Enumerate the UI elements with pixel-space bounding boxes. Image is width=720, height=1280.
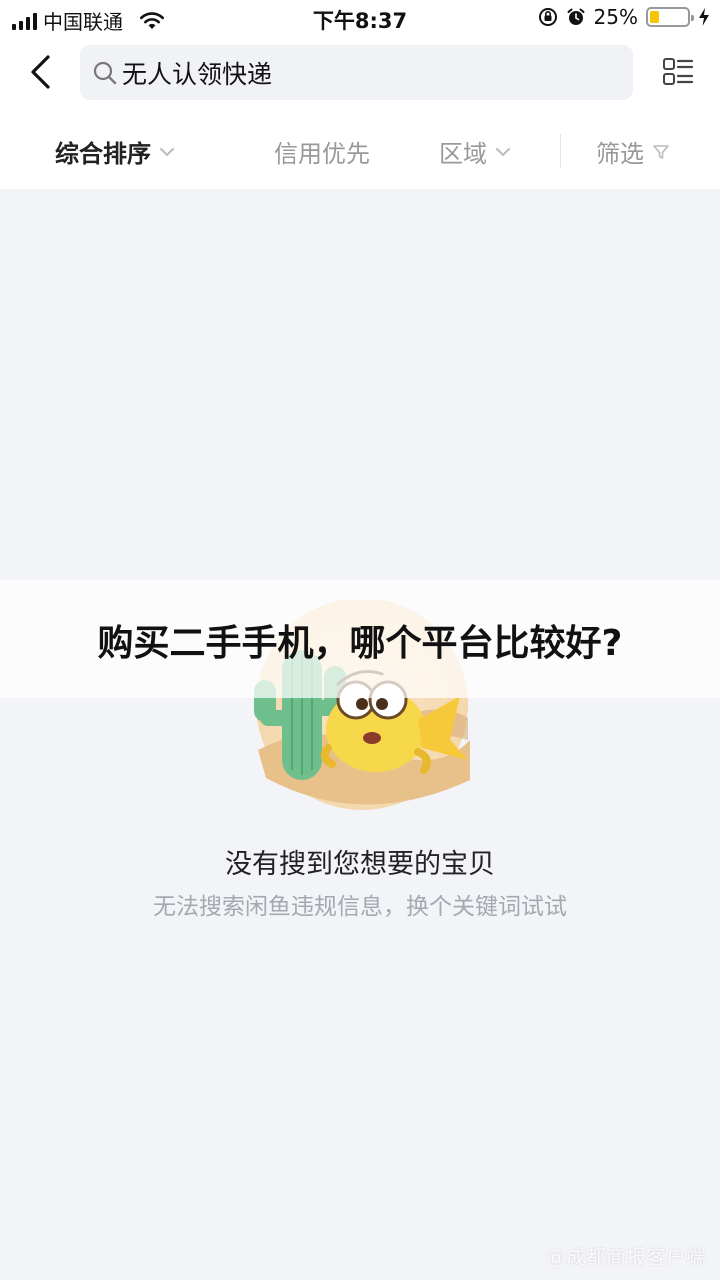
filter-credit[interactable]: 信用优先 xyxy=(274,134,370,169)
empty-state-title: 没有搜到您想要的宝贝 xyxy=(225,849,495,880)
search-input[interactable]: 无人认领快递 xyxy=(80,45,633,100)
status-bar: 中国联通 下午8:37 25% xyxy=(0,0,720,36)
filter-sort[interactable]: 综合排序 xyxy=(55,134,175,169)
chevron-down-icon xyxy=(160,147,174,156)
filter-divider xyxy=(560,134,561,168)
filter-sort-label: 综合排序 xyxy=(55,140,151,168)
empty-state-subtitle: 无法搜索闲鱼违规信息，换个关键词试试 xyxy=(153,894,567,920)
chevron-left-icon xyxy=(31,55,50,89)
rotation-lock-icon xyxy=(538,8,557,26)
back-button[interactable] xyxy=(22,52,58,92)
status-right: 25% xyxy=(538,5,710,29)
alarm-icon xyxy=(567,8,585,25)
watermark: @成都商报客户端 xyxy=(546,1245,706,1269)
filter-screen[interactable]: 筛选 xyxy=(596,134,670,169)
chevron-down-icon xyxy=(496,147,510,156)
battery-percent: 25% xyxy=(593,5,638,29)
filter-credit-label: 信用优先 xyxy=(274,140,370,168)
search-icon xyxy=(93,61,117,84)
filter-screen-label: 筛选 xyxy=(596,140,644,168)
filter-bar: 综合排序 信用优先 区域 筛选 xyxy=(0,112,720,189)
charging-bolt-icon xyxy=(699,8,709,26)
layout-toggle-button[interactable] xyxy=(662,56,694,88)
filter-funnel-icon xyxy=(653,144,669,159)
filter-region-label: 区域 xyxy=(439,140,487,168)
battery-icon xyxy=(646,7,694,27)
search-header: 无人认领快递 xyxy=(0,36,720,112)
list-view-icon xyxy=(663,58,694,85)
search-query: 无人认领快递 xyxy=(122,59,273,89)
filter-region[interactable]: 区域 xyxy=(439,134,511,169)
overlay-headline: 购买二手手机，哪个平台比较好? xyxy=(97,623,623,664)
